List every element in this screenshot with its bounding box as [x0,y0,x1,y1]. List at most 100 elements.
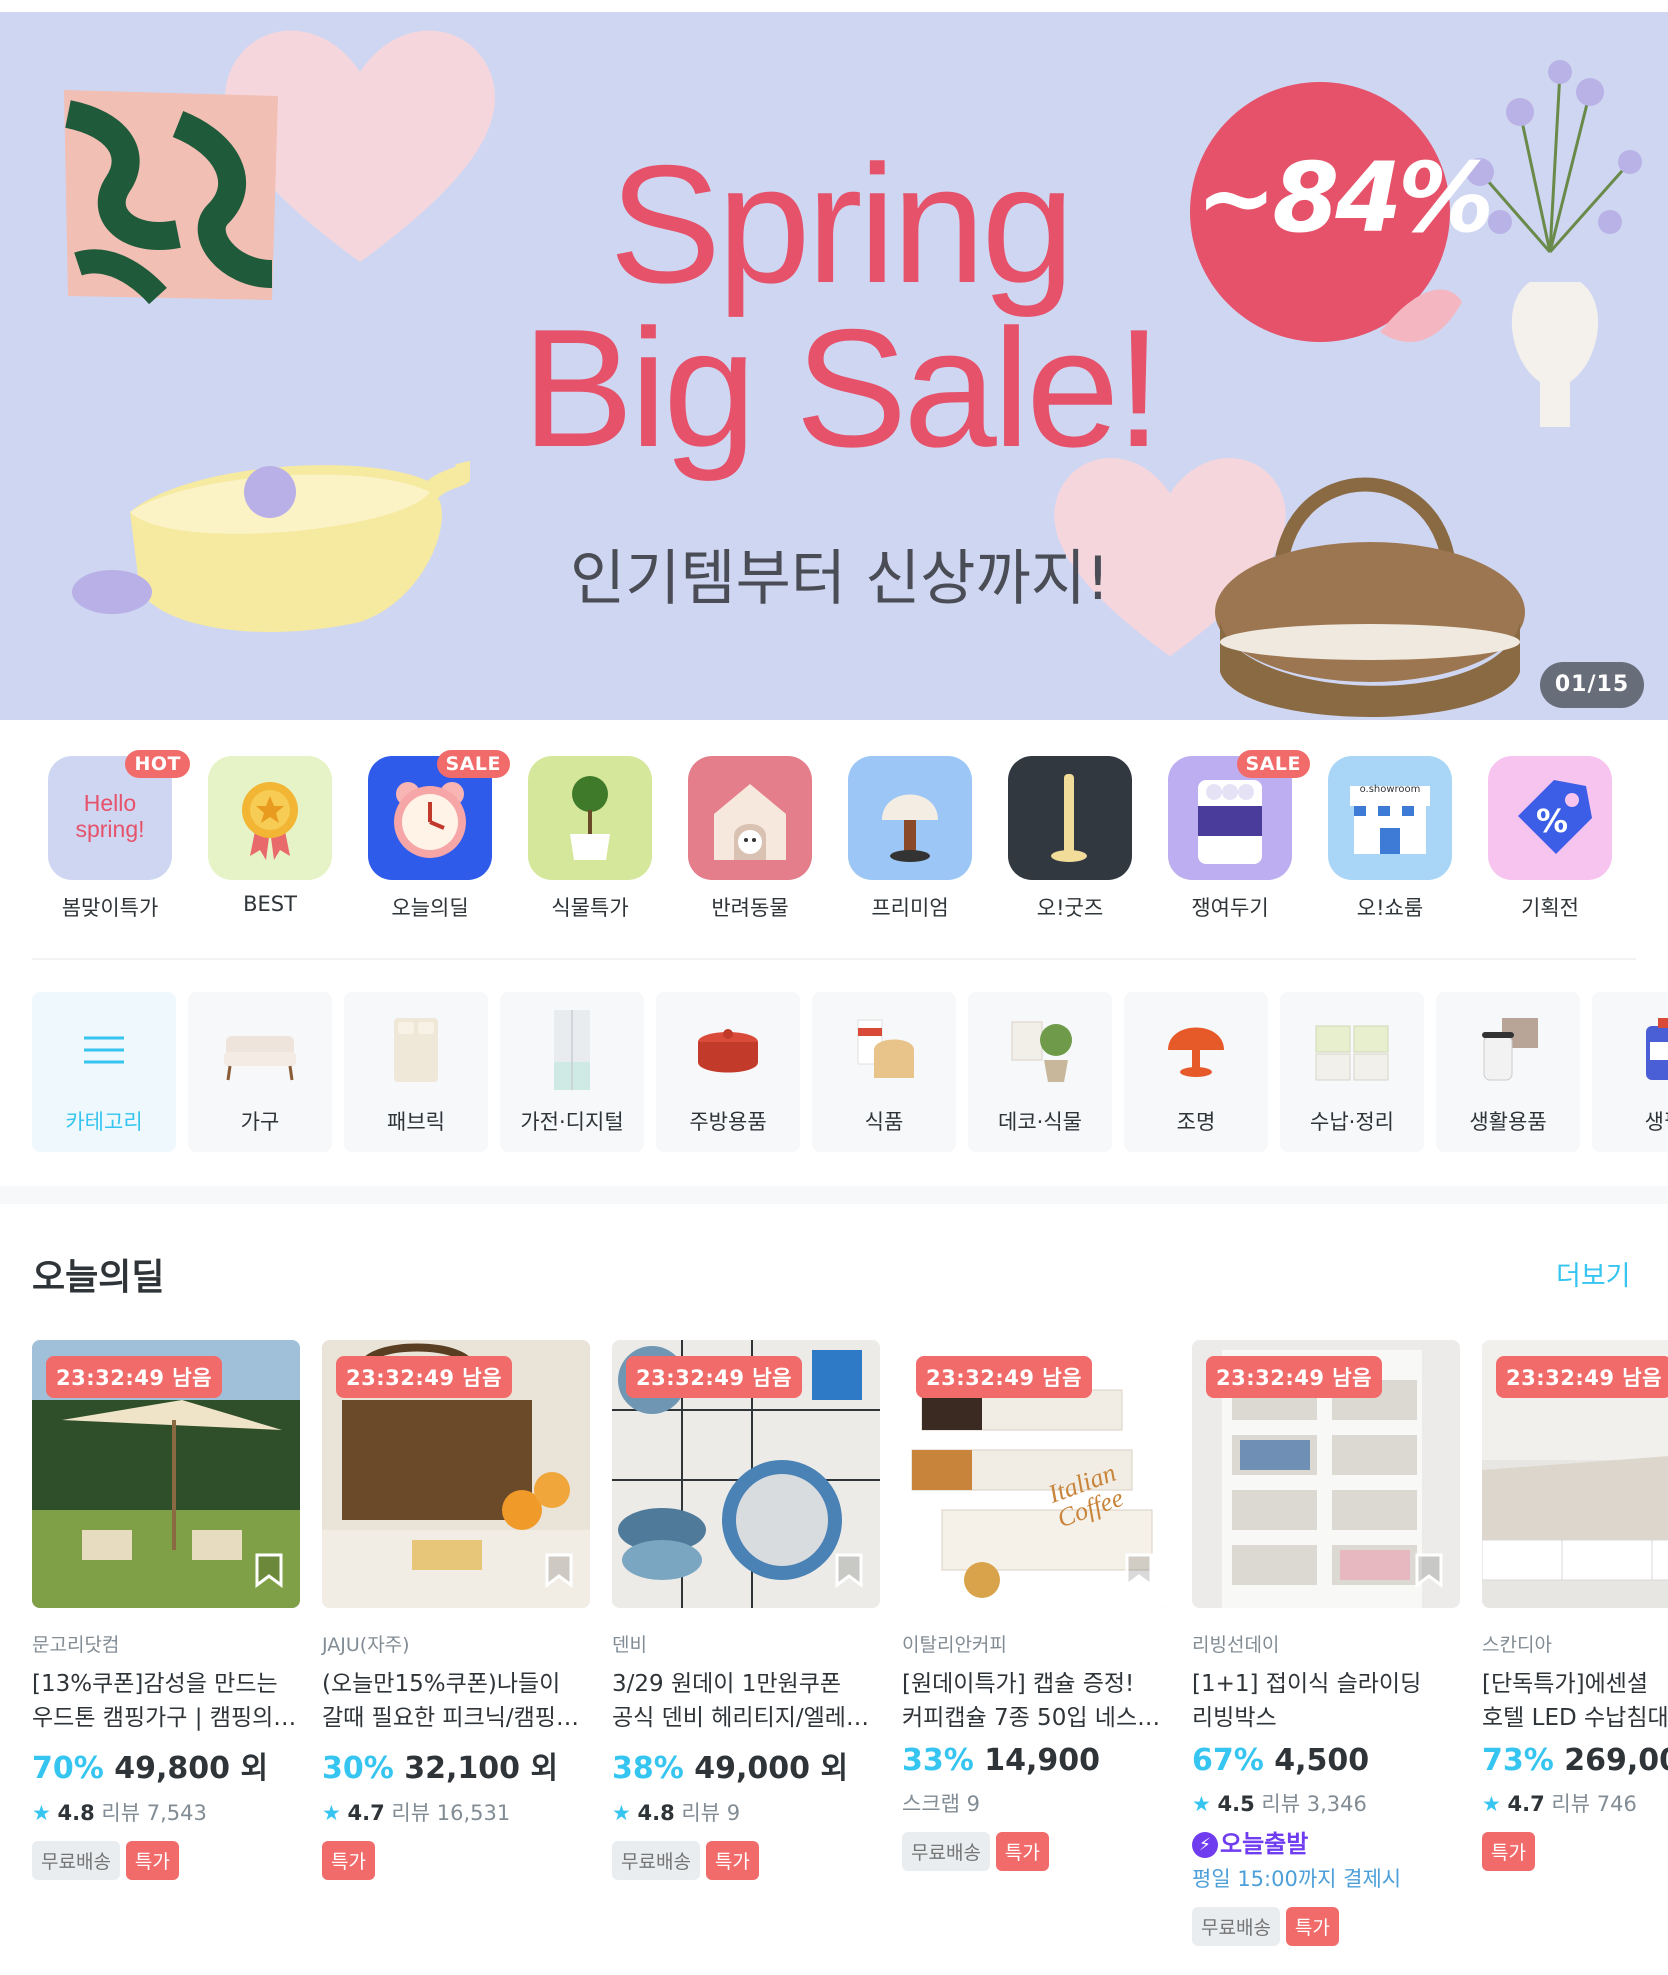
price: 269,000 [1564,1743,1668,1778]
deal-card[interactable]: 23:32:49 남음 덴비 3/29 원데이 1만원쿠폰 공식 덴비 헤리티지… [612,1340,880,1880]
review-label: 리뷰 [101,1801,141,1825]
discount-rate: 38% [612,1751,684,1786]
banner-page-counter: 01/15 [1540,662,1644,708]
category-all-button[interactable]: 카테고리 [32,992,176,1152]
section-divider [32,958,1636,960]
category-fabric[interactable]: 패브릭 [344,992,488,1152]
quick-menu-item-goods[interactable]: 오!굿즈 [990,756,1150,922]
bookmark-icon[interactable] [544,1552,574,1588]
refrigerator-icon [554,1010,590,1090]
category-food[interactable]: 식품 [812,992,956,1152]
product-name: [단독특가]에센셜 호텔 LED 수납침대 [1482,1667,1668,1735]
price-row: 67% 4,500 [1192,1743,1460,1778]
tag-list: 특가 [322,1841,590,1880]
category-deco-plants[interactable]: 데코·식물 [968,992,1112,1152]
quick-menu-item-best[interactable]: BEST [190,756,350,916]
brand-name: JAJU(자주) [322,1634,410,1656]
discount-rate: 73% [1482,1743,1554,1778]
scrap-row: 스크랩 9 [902,1788,1170,1818]
quick-menu-item-premium[interactable]: 프리미엄 [830,756,990,922]
bookmark-icon[interactable] [254,1552,284,1588]
quick-menu-item-exhibition[interactable]: % 기획전 [1470,756,1630,922]
quick-menu-item-showroom[interactable]: o.showroom 오!쇼룸 [1310,756,1470,922]
showroom-store-icon: o.showroom [1328,756,1452,880]
product-name: [원데이특가] 캡슐 증정! 커피캡슐 7종 50입 네스… [902,1667,1170,1735]
stand-lamp-icon [1008,756,1132,880]
discount-tag-icon: % [1488,756,1612,880]
storage-box-icon [1315,1025,1389,1081]
rating-row: ★ 4.7 리뷰 16,531 [322,1797,590,1827]
section-separator [0,1186,1668,1204]
special-price-tag: 특가 [995,1832,1049,1871]
deal-card[interactable]: 23:32:49 남음 JAJU(자주) (오늘만15%쿠폰)나들이 갈때 필요… [322,1340,590,1880]
product-name-line1: 3/29 원데이 1만원쿠폰 [612,1671,842,1697]
picnic-basket-image [1215,477,1525,717]
category-label: 생필 [1644,1110,1668,1134]
category-kitchen[interactable]: 주방용품 [656,992,800,1152]
discount-rate: 70% [32,1751,104,1786]
category-strip: 카테고리 가구 패브릭 가전·디지털 주방용품 식품 데코·식물 조명 수납·정… [32,992,1668,1152]
today-departure-label: 오늘출발 [1220,1830,1309,1858]
deal-card[interactable]: 23:32:49 남음 리빙선데이 [1+1] 접이식 슬라이딩 리빙박스 67… [1192,1340,1460,1946]
bookmark-icon[interactable] [1124,1552,1154,1588]
deco-plant-icon [1011,1021,1072,1082]
quick-menu-item-todays-deal[interactable]: SALE 오늘의딜 [350,750,510,922]
quick-menu-item-plant-sale[interactable]: 식물특가 [510,756,670,922]
deal-card[interactable]: 23:32:49 남음 스칸디아 [단독특가]에센셜 호텔 LED 수납침대 7… [1482,1340,1668,1871]
product-name-line1: [13%쿠폰]감성을 만드는 [32,1671,278,1697]
rating-row: ★ 4.5 리뷰 3,346 [1192,1788,1460,1818]
bookmark-icon[interactable] [834,1552,864,1588]
quick-menu-item-pets[interactable]: 반려동물 [670,756,830,922]
showroom-icon-text: o.showroom [1359,784,1421,795]
category-storage[interactable]: 수납·정리 [1280,992,1424,1152]
review-count: 7,543 [146,1801,207,1825]
quick-menu-label: 쟁여두기 [1191,896,1269,920]
category-lighting[interactable]: 조명 [1124,992,1268,1152]
review-count: 9 [726,1801,741,1825]
bread-icon [857,1019,914,1078]
star-icon: ★ [32,1801,51,1825]
category-label: 패브릭 [387,1110,445,1134]
star-icon: ★ [612,1801,631,1825]
hello-spring-icon: Hello spring! HOT [48,750,190,880]
medal-icon [208,756,332,880]
tissue-pack-icon: SALE [1168,750,1310,880]
star-icon: ★ [1192,1792,1211,1816]
plant-icon [528,756,652,880]
product-image: 23:32:49 남음 [1192,1340,1460,1608]
deal-timer: 23:32:49 남음 [916,1356,1092,1398]
deal-card[interactable]: 23:32:49 남음 문고리닷컴 [13%쿠폰]감성을 만드는 우드톤 캠핑가… [32,1340,300,1880]
quick-menu-item-spring-sale[interactable]: Hello spring! HOT 봄맞이특가 [30,750,190,922]
category-essentials[interactable]: 생필 [1592,992,1668,1152]
review-count: 746 [1596,1792,1637,1816]
free-shipping-tag: 무료배송 [32,1841,120,1880]
bookmark-icon[interactable] [1414,1552,1444,1588]
review-count: 16,531 [436,1801,511,1825]
category-label: 생활용품 [1469,1110,1547,1134]
quick-menu-item-stock-up[interactable]: SALE 쟁여두기 [1150,750,1310,922]
special-price-tag: 특가 [322,1841,375,1880]
sofa-icon [224,1036,296,1081]
deal-card[interactable]: Italian Coffee 23:32:49 남음 이탈리안커피 [원데이특가]… [902,1340,1170,1871]
category-appliances[interactable]: 가전·디지털 [500,992,644,1152]
review-label: 리뷰 [681,1801,721,1825]
review-count: 3,346 [1306,1792,1367,1816]
deal-timer: 23:32:49 남음 [1496,1356,1668,1398]
deal-timer: 23:32:49 남음 [626,1356,802,1398]
category-household[interactable]: 생활용품 [1436,992,1580,1152]
special-price-tag: 특가 [1482,1832,1535,1871]
today-departure-badge: ⚡ 오늘출발 [1192,1824,1460,1859]
alarm-clock-icon: SALE [368,750,510,880]
hero-banner[interactable]: ~84% Spring Big Sale! 인기템부터 신상까지! 01/15 [0,12,1668,720]
product-name: [1+1] 접이식 슬라이딩 리빙박스 [1192,1667,1460,1735]
more-link[interactable]: 더보기 [1556,1254,1631,1293]
butter-dish-image [72,460,470,632]
special-price-tag: 특가 [705,1841,759,1880]
category-furniture[interactable]: 가구 [188,992,332,1152]
deal-timer: 23:32:49 남음 [336,1356,512,1398]
trash-bin-icon [1482,1018,1538,1081]
quick-menu-label: BEST [243,892,297,916]
product-image: Italian Coffee 23:32:49 남음 [902,1340,1170,1608]
product-name-line2: 리빙박스 [1192,1705,1277,1731]
detergent-icon [1646,1018,1668,1080]
